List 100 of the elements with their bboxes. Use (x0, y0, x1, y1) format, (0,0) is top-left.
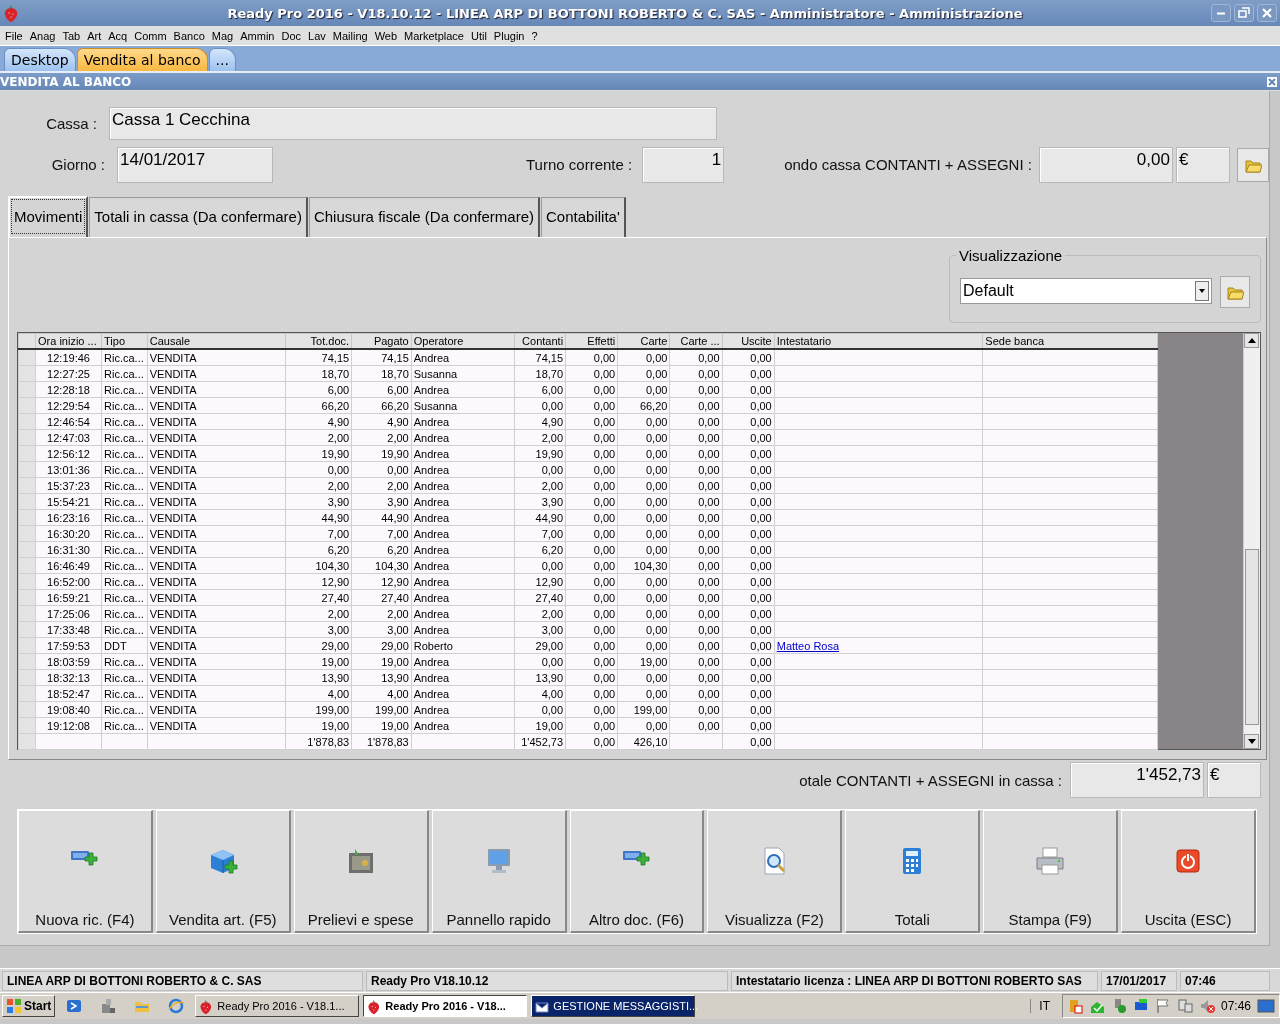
table-cell: 2,00 (285, 605, 352, 622)
action-button[interactable]: Pannello rapido (431, 810, 567, 933)
column-header[interactable]: Operatore (411, 333, 515, 349)
column-header[interactable]: Intestatario (774, 333, 983, 349)
action-button[interactable]: Uscita (ESC) (1121, 810, 1256, 933)
taskbar-button[interactable]: Ready Pro 2016 - V18... (363, 995, 528, 1017)
menu-item[interactable]: Mag (208, 29, 238, 42)
table-cell: 0,00 (669, 413, 723, 430)
table-cell: 0,00 (565, 509, 618, 526)
table-cell: 0,00 (617, 477, 670, 494)
menu-item[interactable]: ? (528, 29, 542, 42)
table-cell: Susanna (411, 365, 515, 382)
menu-item[interactable]: Util (467, 29, 491, 42)
table-cell: 0,00 (669, 685, 723, 702)
taskbar-button[interactable]: Ready Pro 2016 - V18.1... (195, 995, 360, 1017)
action-button[interactable]: Altro doc. (F6) (569, 810, 705, 933)
table-cell: 0,00 (669, 573, 723, 590)
table-cell: Ric.ca... (101, 477, 148, 494)
server-icon[interactable] (100, 998, 117, 1014)
table-cell: 12:29:54 (35, 397, 102, 414)
tab[interactable]: Totali in cassa (Da confermare) (89, 197, 308, 237)
menu-item[interactable]: Plugin (490, 29, 529, 42)
column-header[interactable]: Ora inizio ... (35, 333, 102, 349)
column-header[interactable]: Carte (617, 333, 670, 349)
table-cell: 27,40 (285, 589, 352, 606)
action-button[interactable]: Totali (845, 810, 981, 933)
menu-item[interactable]: Acq (105, 29, 132, 42)
table-cell: 19,90 (514, 445, 566, 462)
menu-item[interactable]: Doc (278, 29, 305, 42)
menu-item[interactable]: Lav (305, 29, 330, 42)
language-indicator[interactable]: IT (1030, 999, 1058, 1013)
desktop-icon[interactable] (1257, 999, 1275, 1013)
scroll-down-button[interactable] (1244, 734, 1259, 749)
table-cell: Andrea (411, 493, 515, 510)
total-cell: 0,00 (722, 733, 775, 750)
menu-item[interactable]: File (2, 29, 27, 42)
network-icon[interactable] (1176, 998, 1193, 1014)
close-button[interactable] (1257, 4, 1277, 22)
column-header[interactable]: Contanti (514, 333, 566, 349)
action-button[interactable]: Visualizza (F2) (707, 810, 843, 933)
shift-field: 1 (642, 146, 725, 183)
scroll-up-button[interactable] (1244, 333, 1259, 348)
column-header[interactable]: Tipo (101, 333, 148, 349)
table-cell: Ric.ca... (101, 589, 148, 606)
menu-item[interactable]: Comm (131, 29, 171, 42)
date-field: 14/01/2017 (117, 146, 273, 183)
column-header[interactable]: Effetti (565, 333, 618, 349)
column-header[interactable]: Carte ... (669, 333, 723, 349)
table-cell: 0,00 (669, 509, 723, 526)
tab[interactable]: Contabilita' (541, 197, 626, 237)
table-cell: 0,00 (351, 461, 412, 478)
menu-item[interactable]: Web (371, 29, 402, 42)
speaker-muted-icon[interactable] (1198, 998, 1215, 1014)
action-button[interactable]: Vendita art. (F5) (155, 810, 291, 933)
table-cell: VENDITA (147, 589, 286, 606)
column-header[interactable]: Pagato (351, 333, 412, 349)
table-cell: Ric.ca... (101, 557, 148, 574)
action-button[interactable]: Nuova ric. (F4) (18, 810, 153, 933)
menu-item[interactable]: Ammin (237, 29, 279, 42)
table-cell: 0,00 (669, 701, 723, 718)
terminal-icon[interactable] (66, 998, 83, 1014)
table-cell: Andrea (411, 605, 515, 622)
scroll-thumb[interactable] (1245, 549, 1259, 725)
column-header[interactable]: Uscite (722, 333, 775, 349)
folder-button[interactable] (1220, 276, 1250, 308)
table-cell: 0,00 (617, 365, 670, 382)
document-tab[interactable]: Desktop (4, 48, 76, 71)
table-cell: 0,00 (565, 605, 618, 622)
table-cell: 0,00 (722, 573, 775, 590)
action-button[interactable]: Prelievi e spese (293, 810, 429, 933)
minimize-button[interactable] (1211, 4, 1231, 22)
table-cell: 19,00 (285, 717, 352, 734)
folder-button[interactable] (1236, 147, 1269, 182)
view-dropdown[interactable]: Default (960, 278, 1212, 304)
browser-icon[interactable] (168, 998, 185, 1014)
flag-icon[interactable] (1154, 998, 1171, 1014)
menu-item[interactable]: Art (84, 29, 106, 42)
column-header[interactable]: Causale (147, 333, 286, 349)
menu-item[interactable]: Tab (59, 29, 85, 42)
column-header[interactable]: Tot.doc. (285, 333, 352, 349)
tab[interactable]: Chiusura fiscale (Da confermare) (308, 197, 540, 237)
menu-item[interactable]: Banco (170, 29, 209, 42)
table-cell: 0,00 (514, 397, 566, 414)
menu-item[interactable]: Anag (26, 29, 60, 42)
start-button[interactable]: Start (2, 995, 56, 1017)
table-cell: 16:30:20 (35, 525, 102, 542)
table-cell: 12:19:46 (35, 349, 102, 366)
menu-item[interactable]: Mailing (329, 29, 372, 42)
document-tab[interactable]: ... (208, 48, 236, 71)
panel-title: VENDITA AL BANCO (0, 74, 132, 89)
table-cell: VENDITA (147, 365, 286, 382)
tab[interactable]: Movimenti (8, 196, 89, 237)
menu-item[interactable]: Marketplace (401, 29, 468, 42)
action-button[interactable]: Stampa (F9) (983, 810, 1119, 933)
table-cell: 2,00 (514, 605, 566, 622)
restore-button[interactable] (1234, 4, 1254, 22)
document-tab[interactable]: Vendita al banco (76, 48, 208, 71)
table-cell: 27,40 (351, 589, 412, 606)
column-header[interactable]: Sede banca (982, 333, 1158, 349)
close-icon[interactable] (1267, 76, 1277, 87)
